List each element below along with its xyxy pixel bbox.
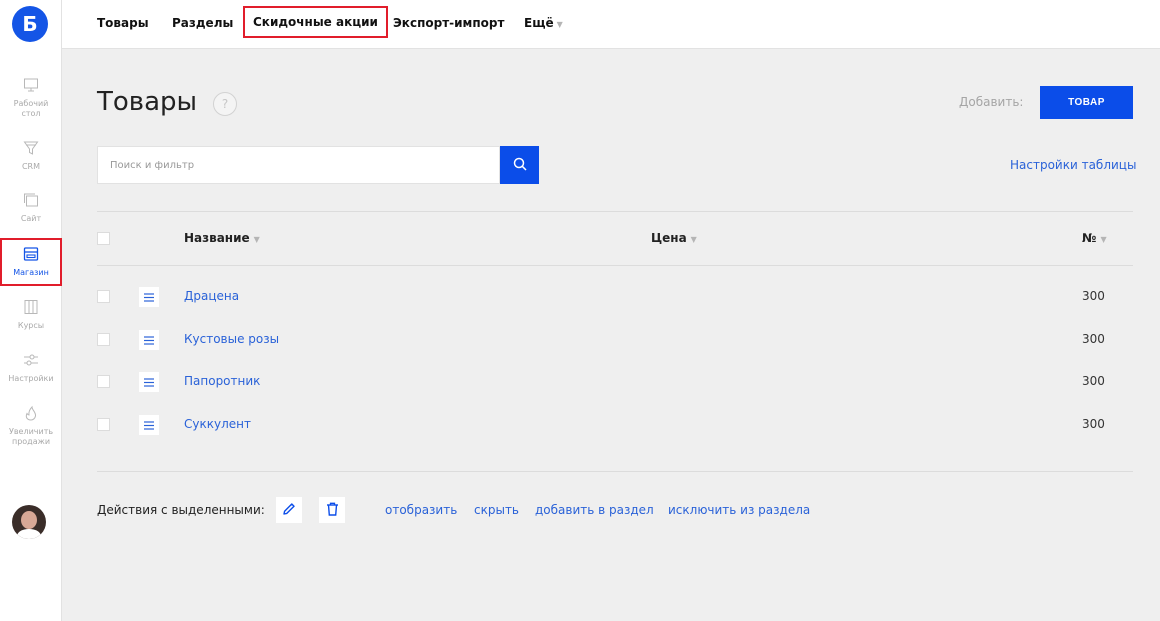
tab-more[interactable]: Ещё ▼ <box>524 16 563 30</box>
sidebar-item-label: Настройки <box>8 374 54 383</box>
chevron-down-icon: ▼ <box>690 235 697 244</box>
product-name-link[interactable]: Драцена <box>184 289 239 303</box>
sliders-icon <box>22 351 40 369</box>
row-menu-icon[interactable] <box>139 415 159 435</box>
chevron-down-icon: ▼ <box>556 20 563 29</box>
add-label: Добавить: <box>959 95 1024 109</box>
monitor-icon <box>22 76 40 94</box>
row-number: 300 <box>1082 332 1105 346</box>
sidebar-item-site[interactable]: Сайт <box>0 191 62 224</box>
action-remove-from-section-link[interactable]: исключить из раздела <box>668 503 810 517</box>
sidebar-item-label: Курсы <box>17 321 45 330</box>
divider <box>97 211 1133 212</box>
sidebar-item-crm[interactable]: CRM <box>0 139 62 172</box>
row-menu-icon[interactable] <box>139 372 159 392</box>
sidebar-item-label: Сайт <box>20 214 42 223</box>
sidebar-item-label: Рабочий стол <box>13 99 49 118</box>
tab-more-label: Ещё <box>524 16 554 30</box>
bulk-actions-label: Действия с выделенными: <box>97 503 265 517</box>
column-header-label: № <box>1082 231 1097 245</box>
action-add-to-section-link[interactable]: добавить в раздел <box>535 503 654 517</box>
page-title: Товары <box>97 87 198 117</box>
top-navigation: Товары Разделы Скидочные акции Экспорт-и… <box>62 0 1160 49</box>
logo[interactable]: Б <box>12 6 48 42</box>
trash-icon <box>326 501 339 520</box>
sidebar-item-label: CRM <box>21 162 41 171</box>
product-name-link[interactable]: Суккулент <box>184 417 251 431</box>
shop-icon <box>22 245 40 263</box>
sidebar-item-label: Увеличить продажи <box>8 427 54 446</box>
product-name-link[interactable]: Кустовые розы <box>184 332 279 346</box>
row-menu-icon[interactable] <box>139 287 159 307</box>
tab-products[interactable]: Товары <box>97 16 149 30</box>
tab-export-import[interactable]: Экспорт-импорт <box>393 16 504 30</box>
logo-letter: Б <box>22 12 38 36</box>
chevron-down-icon: ▼ <box>253 235 260 244</box>
fire-icon <box>22 404 40 422</box>
funnel-icon <box>22 139 40 157</box>
column-header-name[interactable]: Название ▼ <box>184 231 260 245</box>
row-checkbox[interactable] <box>97 375 110 388</box>
sidebar-item-courses[interactable]: Курсы <box>0 298 62 331</box>
sidebar-item-dashboard[interactable]: Рабочий стол <box>0 76 62 119</box>
table-settings-link[interactable]: Настройки таблицы <box>1010 158 1136 172</box>
action-hide-link[interactable]: скрыть <box>474 503 519 517</box>
column-header-label: Название <box>184 231 250 245</box>
pages-icon <box>22 191 40 209</box>
help-icon[interactable]: ? <box>213 92 237 116</box>
select-all-checkbox[interactable] <box>97 232 110 245</box>
sidebar-item-grow-sales[interactable]: Увеличить продажи <box>0 404 62 447</box>
row-checkbox[interactable] <box>97 333 110 346</box>
action-show-link[interactable]: отобразить <box>385 503 457 517</box>
tab-discounts[interactable]: Скидочные акции <box>243 6 388 38</box>
books-icon <box>22 298 40 316</box>
delete-button[interactable] <box>319 497 345 523</box>
tab-sections[interactable]: Разделы <box>172 16 233 30</box>
sidebar-item-shop[interactable]: Магазин <box>0 238 62 286</box>
column-header-number[interactable]: № ▼ <box>1082 231 1107 245</box>
divider <box>97 265 1133 266</box>
row-number: 300 <box>1082 417 1105 431</box>
add-product-button[interactable]: ТОВАР <box>1040 86 1133 119</box>
column-header-label: Цена <box>651 231 687 245</box>
row-checkbox[interactable] <box>97 290 110 303</box>
row-menu-icon[interactable] <box>139 330 159 350</box>
divider <box>97 471 1133 472</box>
search-input[interactable] <box>97 146 500 184</box>
search-button[interactable] <box>500 146 539 184</box>
row-number: 300 <box>1082 289 1105 303</box>
row-number: 300 <box>1082 374 1105 388</box>
search-icon <box>513 156 527 175</box>
column-header-price[interactable]: Цена ▼ <box>651 231 697 245</box>
avatar[interactable] <box>12 505 46 539</box>
sidebar-item-label: Магазин <box>13 268 49 277</box>
edit-button[interactable] <box>276 497 302 523</box>
chevron-down-icon: ▼ <box>1100 235 1107 244</box>
pencil-icon <box>282 501 296 520</box>
row-checkbox[interactable] <box>97 418 110 431</box>
sidebar: Б Рабочий стол CRM Сайт Магазин Курсы На… <box>0 0 62 621</box>
sidebar-item-settings[interactable]: Настройки <box>0 351 62 384</box>
product-name-link[interactable]: Папоротник <box>184 374 260 388</box>
